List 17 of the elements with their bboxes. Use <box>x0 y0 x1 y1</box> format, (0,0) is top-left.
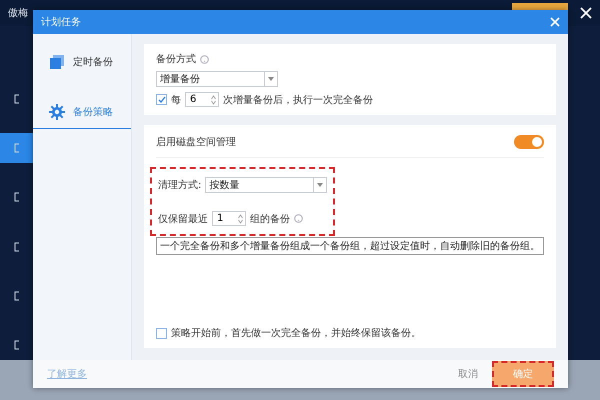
app-title: 傲梅 <box>8 6 28 20</box>
sidebar-item[interactable]: 备份策略 <box>33 98 131 129</box>
field-label: 备份方式 <box>156 52 196 66</box>
setting-label: 启用磁盘空间管理 <box>156 136 236 149</box>
option-label: 次增量备份后，执行一次完全备份 <box>223 94 373 106</box>
option-label: 仅保留最近 <box>158 212 208 226</box>
dropdown[interactable]: 增量备份 <box>156 71 278 87</box>
dialog-title: 计划任务 <box>41 16 81 29</box>
tooltip: 一个完全备份和多个增量备份组成一个备份组，超过设定值时，自动删除旧的备份组。 <box>156 237 544 255</box>
field-label: 清理方式: <box>158 178 202 192</box>
dropdown[interactable]: 按数量 <box>205 177 328 193</box>
option-label: 组的备份 <box>250 212 290 226</box>
number-spinner[interactable]: 1 <box>212 211 246 226</box>
number-spinner[interactable]: 6 <box>185 92 219 107</box>
option-label: 每 <box>171 94 181 106</box>
option-label: 策略开始前，首先做一次完全备份，并始终保留该备份。 <box>171 326 421 340</box>
sidebar-item[interactable]: 定时备份 <box>33 48 131 78</box>
